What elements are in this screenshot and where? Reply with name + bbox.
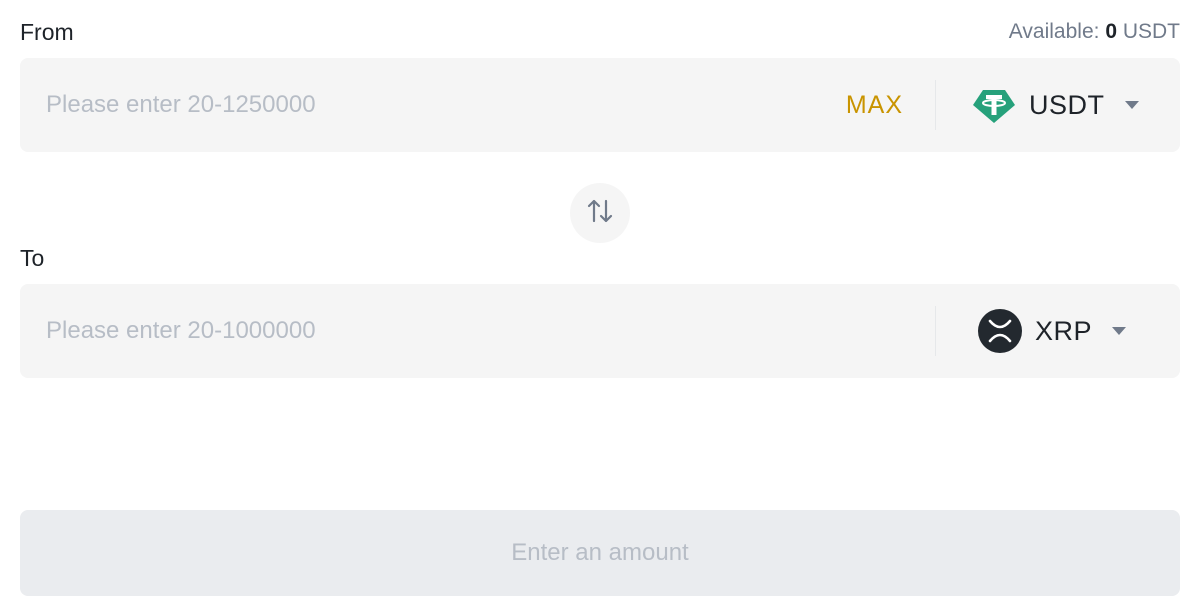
- available-amount: 0: [1105, 20, 1117, 43]
- convert-panel: From Available: 0 USDT MAX USDT: [0, 0, 1200, 600]
- from-amount-input[interactable]: [20, 58, 826, 152]
- from-coin-select[interactable]: USDT: [936, 58, 1180, 152]
- swap-button[interactable]: [570, 183, 630, 243]
- from-label: From: [20, 18, 74, 45]
- available-label: Available:: [1008, 20, 1106, 43]
- available-balance: Available: 0 USDT: [1009, 20, 1180, 44]
- available-unit: USDT: [1117, 20, 1180, 43]
- xrp-icon: [978, 309, 1022, 353]
- to-coin-select[interactable]: XRP: [936, 284, 1180, 378]
- swap-arrows-icon: [585, 196, 615, 231]
- tether-icon: [972, 83, 1016, 127]
- to-coin-symbol: XRP: [1035, 315, 1093, 346]
- chevron-down-icon: [1112, 327, 1127, 335]
- to-input-box: XRP: [20, 284, 1180, 378]
- from-label-row: From Available: 0 USDT: [20, 16, 1180, 48]
- from-input-box: MAX USDT: [20, 58, 1180, 152]
- from-coin-symbol: USDT: [1029, 89, 1105, 120]
- chevron-down-icon: [1124, 101, 1139, 109]
- to-label-row: To: [20, 242, 1180, 274]
- enter-amount-button[interactable]: Enter an amount: [20, 510, 1180, 596]
- to-label: To: [20, 244, 45, 271]
- to-amount-input[interactable]: [20, 284, 935, 378]
- max-button[interactable]: MAX: [826, 91, 935, 120]
